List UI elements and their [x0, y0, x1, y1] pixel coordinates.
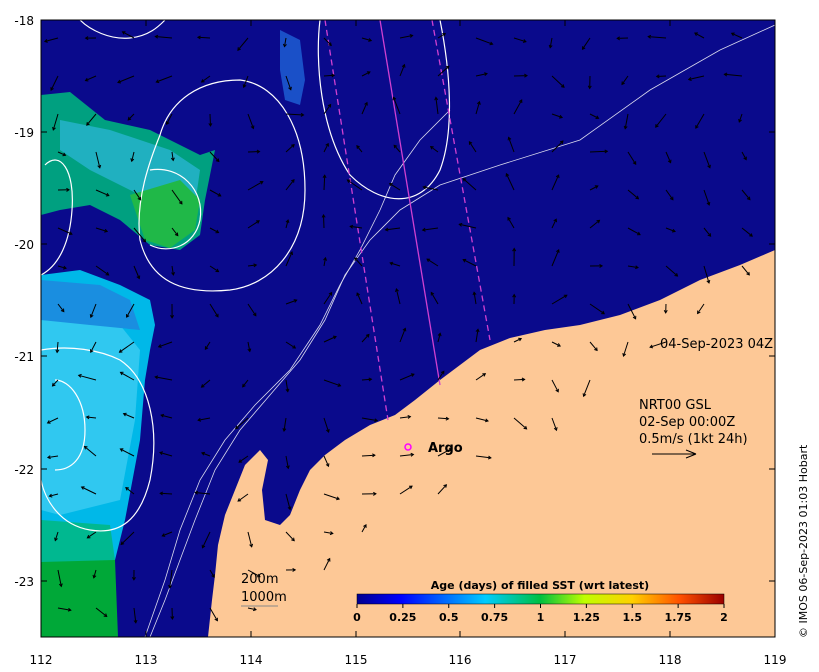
- colorbar-tick-label: 0.75: [481, 611, 508, 624]
- current-arrow: [589, 150, 608, 153]
- x-tick-114: 114: [240, 653, 263, 667]
- current-time: 02-Sep 00:00Z: [639, 415, 735, 430]
- x-tick-113: 113: [135, 653, 158, 667]
- current-scale: 0.5m/s (1kt 24h): [639, 432, 748, 447]
- depth-1000m: 1000m: [241, 590, 287, 605]
- current-arrow: [323, 214, 325, 229]
- current-arrow: [247, 151, 260, 153]
- x-tick-115: 115: [345, 653, 368, 667]
- y-tick-21: -21: [14, 350, 34, 364]
- current-source: NRT00 GSL: [639, 398, 712, 413]
- sst-map: 112 113 114 115 116 117 118 119 -18 -19 …: [14, 14, 810, 667]
- current-arrow: [160, 492, 173, 495]
- colorbar-tick-label: 1.5: [623, 611, 643, 624]
- y-tick-18: -18: [14, 14, 34, 28]
- colorbar-tick-label: 0.25: [389, 611, 416, 624]
- x-tick-119: 119: [764, 653, 787, 667]
- x-axis-labels: 112 113 114 115 116 117 118 119: [30, 653, 787, 667]
- argo-label: Argo: [428, 441, 463, 456]
- x-tick-118: 118: [659, 653, 682, 667]
- y-tick-23: -23: [14, 575, 34, 589]
- colorbar-tick-label: 1.25: [573, 611, 600, 624]
- colorbar-tick-label: 1.75: [665, 611, 692, 624]
- current-arrow: [197, 36, 211, 39]
- colorbar-title: Age (days) of filled SST (wrt latest): [431, 579, 649, 592]
- y-tick-22: -22: [14, 463, 34, 477]
- colorbar-tick-label: 0.5: [439, 611, 459, 624]
- y-axis-labels: -18 -19 -20 -21 -22 -23: [14, 14, 34, 589]
- timestamp-label: 04-Sep-2023 04Z: [660, 337, 773, 352]
- colorbar-tick-label: 1: [537, 611, 545, 624]
- x-tick-117: 117: [554, 653, 577, 667]
- colorbar-tick-label: 0: [353, 611, 361, 624]
- current-arrow: [323, 175, 326, 191]
- colorbar-gradient: [356, 593, 725, 605]
- colorbar-tick-label: 2: [720, 611, 728, 624]
- x-tick-112: 112: [30, 653, 53, 667]
- x-tick-116: 116: [449, 653, 472, 667]
- credit-text: © IMOS 06-Sep-2023 01:03 Hobart: [797, 444, 810, 638]
- current-arrow: [209, 113, 211, 126]
- depth-200m: 200m: [241, 572, 278, 587]
- y-tick-19: -19: [14, 126, 34, 140]
- y-tick-20: -20: [14, 238, 34, 252]
